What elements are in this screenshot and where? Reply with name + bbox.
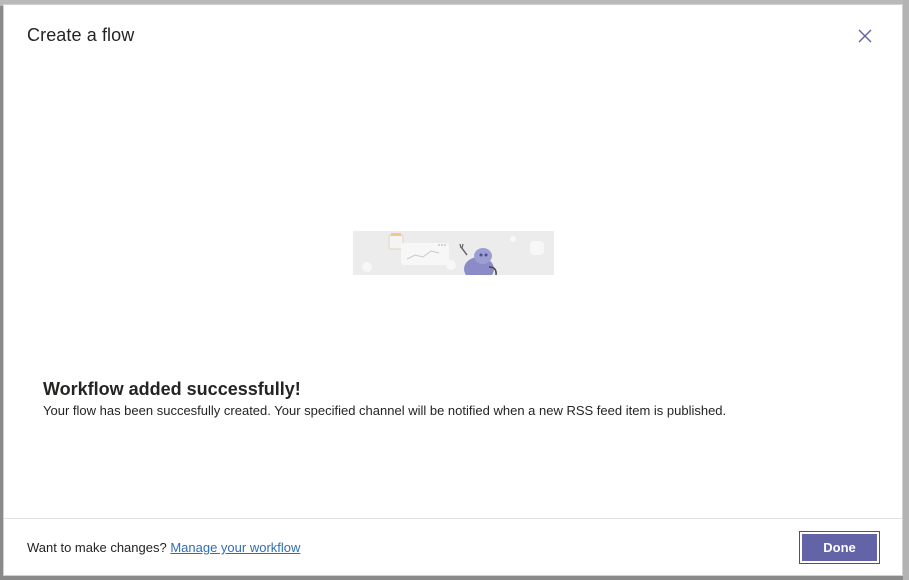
bot-waving-illustration xyxy=(353,231,554,275)
dialog-title: Create a flow xyxy=(27,25,135,45)
close-button[interactable] xyxy=(854,25,876,47)
success-message: Your flow has been succesfully created. … xyxy=(43,403,727,418)
done-button[interactable]: Done xyxy=(799,531,880,564)
footer-divider xyxy=(4,518,902,519)
manage-workflow-link[interactable]: Manage your workflow xyxy=(170,540,300,555)
close-icon xyxy=(858,29,872,43)
create-flow-dialog: Create a flow Workflow added successfull… xyxy=(3,4,903,576)
footer-prompt: Want to make changes? Manage your workfl… xyxy=(27,540,300,555)
window-frame-edge xyxy=(903,0,909,580)
success-title: Workflow added successfully! xyxy=(43,379,301,399)
bot-illustration xyxy=(353,231,554,275)
footer-prompt-text: Want to make changes? xyxy=(27,540,171,555)
